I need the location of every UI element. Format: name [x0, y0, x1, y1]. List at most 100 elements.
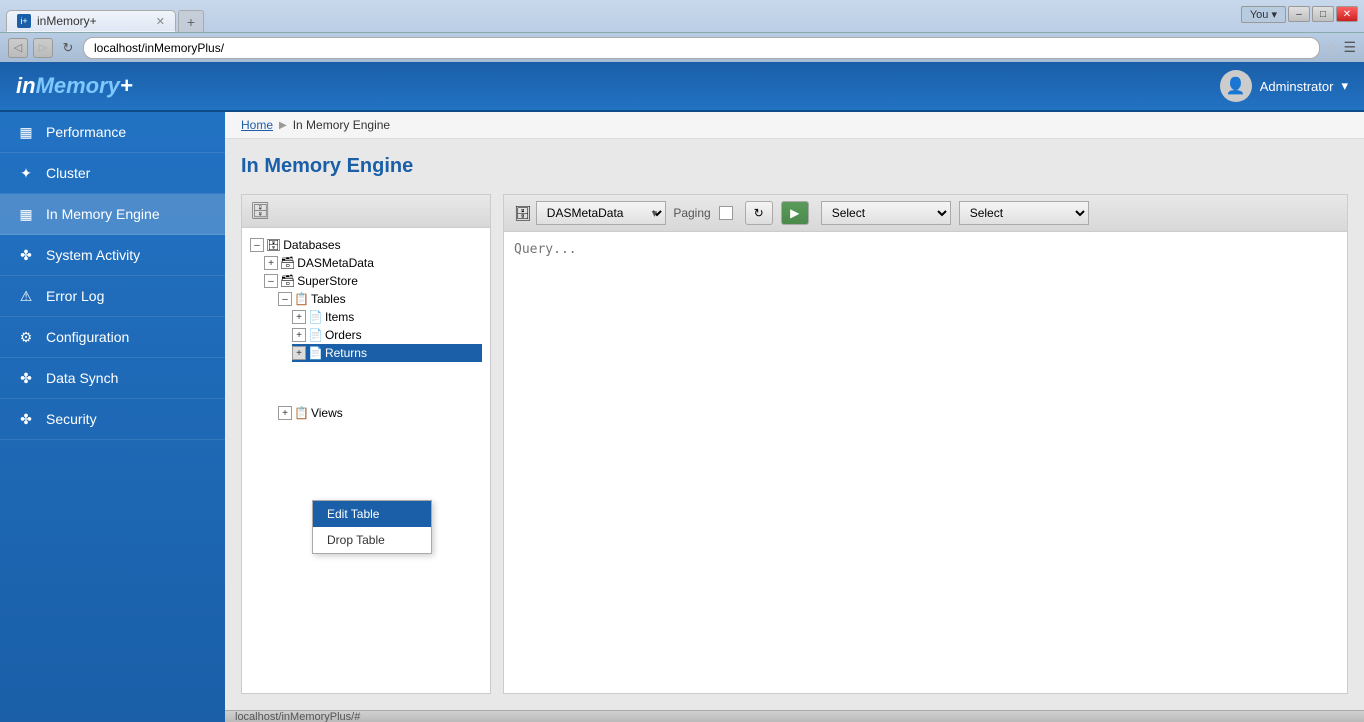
forward-button[interactable]: ▷ — [33, 38, 53, 58]
sidebar-item-error-log[interactable]: ⚠ Error Log — [0, 276, 225, 317]
drop-table-label: Drop Table — [327, 533, 385, 547]
performance-icon: ▦ — [16, 122, 36, 142]
views-label: Views — [311, 406, 343, 420]
db-select[interactable]: DASMetaData — [536, 201, 666, 225]
sidebar-label-in-memory-engine: In Memory Engine — [46, 206, 160, 222]
sidebar-label-configuration: Configuration — [46, 329, 129, 345]
menu-icon[interactable]: ☰ — [1343, 39, 1356, 56]
configuration-icon: ⚙ — [16, 327, 36, 347]
tree-panel: 🗄 – 🗄 Databases + — [241, 194, 491, 694]
items-expander: + — [292, 310, 306, 324]
sidebar-label-error-log: Error Log — [46, 288, 104, 304]
tree-node-views[interactable]: + 📋 Views — [278, 404, 482, 422]
sidebar-label-system-activity: System Activity — [46, 247, 140, 263]
maximize-button[interactable]: □ — [1312, 6, 1334, 22]
breadcrumb-current: In Memory Engine — [293, 118, 390, 132]
data-synch-icon: ✤ — [16, 368, 36, 388]
tree-header-icon: 🗄 — [250, 201, 270, 221]
select2-wrapper: Select — [959, 201, 1089, 225]
tree-node-tables[interactable]: – 📋 Tables — [278, 290, 482, 308]
refresh-query-button[interactable]: ↻ — [745, 201, 773, 225]
user-profile-button[interactable]: You ▾ — [1241, 6, 1286, 23]
select2-dropdown[interactable]: Select — [959, 201, 1089, 225]
breadcrumb-arrow: ▶ — [279, 120, 287, 131]
bookmark-icon[interactable]: ☆ — [1325, 39, 1338, 57]
superstore-expander: – — [264, 274, 278, 288]
user-name: Adminstrator — [1260, 79, 1334, 94]
context-menu-edit-table[interactable]: Edit Table — [313, 501, 431, 527]
panels: 🗄 – 🗄 Databases + — [241, 194, 1348, 694]
in-memory-engine-icon: ▦ — [16, 204, 36, 224]
query-toolbar: 🗄 DASMetaData ▾ Paging ↻ — [504, 195, 1347, 232]
views-icon: 📋 — [294, 406, 309, 420]
tree-node-superstore[interactable]: – 🗃 SuperStore — [264, 272, 482, 290]
app-header: inMemory+ 👤 Adminstrator ▾ — [0, 62, 1364, 112]
tab-close-icon[interactable]: ✕ — [156, 15, 165, 28]
returns-label: Returns — [325, 346, 367, 360]
browser-tab[interactable]: i+ inMemory+ ✕ — [6, 10, 176, 32]
tables-icon: 📋 — [294, 292, 309, 306]
sidebar-item-cluster[interactable]: ✦ Cluster — [0, 153, 225, 194]
tree-content: – 🗄 Databases + 🗃 DASMetaData — [242, 228, 490, 430]
tree-node-items[interactable]: + 📄 Items — [292, 308, 482, 326]
tables-label: Tables — [311, 292, 346, 306]
sidebar-item-in-memory-engine[interactable]: ▦ In Memory Engine — [0, 194, 225, 235]
tree-node-dasmetadata[interactable]: + 🗃 DASMetaData — [264, 254, 482, 272]
databases-icon: 🗄 — [266, 238, 281, 252]
sidebar-label-cluster: Cluster — [46, 165, 90, 181]
dasmetadata-expander: + — [264, 256, 278, 270]
sidebar-label-security: Security — [46, 411, 97, 427]
error-log-icon: ⚠ — [16, 286, 36, 306]
context-menu: Edit Table Drop Table — [312, 500, 432, 554]
back-button[interactable]: ◁ — [8, 38, 28, 58]
header-user-area: 👤 Adminstrator ▾ — [1220, 70, 1348, 102]
sidebar-item-security[interactable]: ✤ Security — [0, 399, 225, 440]
logo-accent: Memory — [36, 73, 120, 98]
tree-node-orders[interactable]: + 📄 Orders — [292, 326, 482, 344]
sidebar-label-performance: Performance — [46, 124, 126, 140]
dasmetadata-label: DASMetaData — [297, 256, 374, 270]
minimize-button[interactable]: – — [1288, 6, 1310, 22]
orders-icon: 📄 — [308, 328, 323, 342]
cluster-icon: ✦ — [16, 163, 36, 183]
returns-expander: + — [292, 346, 306, 360]
breadcrumb-home[interactable]: Home — [241, 118, 273, 132]
sidebar-item-data-synch[interactable]: ✤ Data Synch — [0, 358, 225, 399]
select1-dropdown[interactable]: Select — [821, 201, 951, 225]
db-icon: 🗄 — [514, 205, 532, 222]
address-bar[interactable] — [83, 37, 1320, 59]
dasmetadata-icon: 🗃 — [280, 256, 295, 270]
tree-node-returns[interactable]: + 📄 Returns — [292, 344, 482, 362]
tab-favicon: i+ — [17, 14, 31, 28]
paging-checkbox[interactable] — [719, 206, 733, 220]
new-tab-button[interactable]: + — [178, 10, 204, 32]
views-expander: + — [278, 406, 292, 420]
system-activity-icon: ✤ — [16, 245, 36, 265]
sidebar-label-data-synch: Data Synch — [46, 370, 118, 386]
app-logo: inMemory+ — [16, 73, 133, 99]
sidebar-item-configuration[interactable]: ⚙ Configuration — [0, 317, 225, 358]
user-dropdown-icon[interactable]: ▾ — [1341, 78, 1348, 94]
sidebar-item-system-activity[interactable]: ✤ System Activity — [0, 235, 225, 276]
returns-icon: 📄 — [308, 346, 323, 360]
databases-label: Databases — [283, 238, 340, 252]
query-textarea[interactable] — [504, 232, 1347, 693]
superstore-label: SuperStore — [297, 274, 358, 288]
page-content: In Memory Engine 🗄 – 🗄 Databases — [225, 139, 1364, 710]
sidebar-item-performance[interactable]: ▦ Performance — [0, 112, 225, 153]
databases-expander: – — [250, 238, 264, 252]
context-menu-drop-table[interactable]: Drop Table — [313, 527, 431, 553]
tab-title: inMemory+ — [37, 14, 97, 28]
superstore-icon: 🗃 — [280, 274, 295, 288]
edit-table-label: Edit Table — [327, 507, 379, 521]
close-button[interactable]: ✕ — [1336, 6, 1358, 22]
refresh-button[interactable]: ↻ — [58, 38, 78, 58]
tables-expander: – — [278, 292, 292, 306]
items-icon: 📄 — [308, 310, 323, 324]
logo-text: in — [16, 73, 36, 98]
page-title: In Memory Engine — [241, 155, 1348, 178]
orders-label: Orders — [325, 328, 362, 342]
tree-node-databases[interactable]: – 🗄 Databases — [250, 236, 482, 254]
items-label: Items — [325, 310, 354, 324]
run-query-button[interactable]: ▶ — [781, 201, 809, 225]
